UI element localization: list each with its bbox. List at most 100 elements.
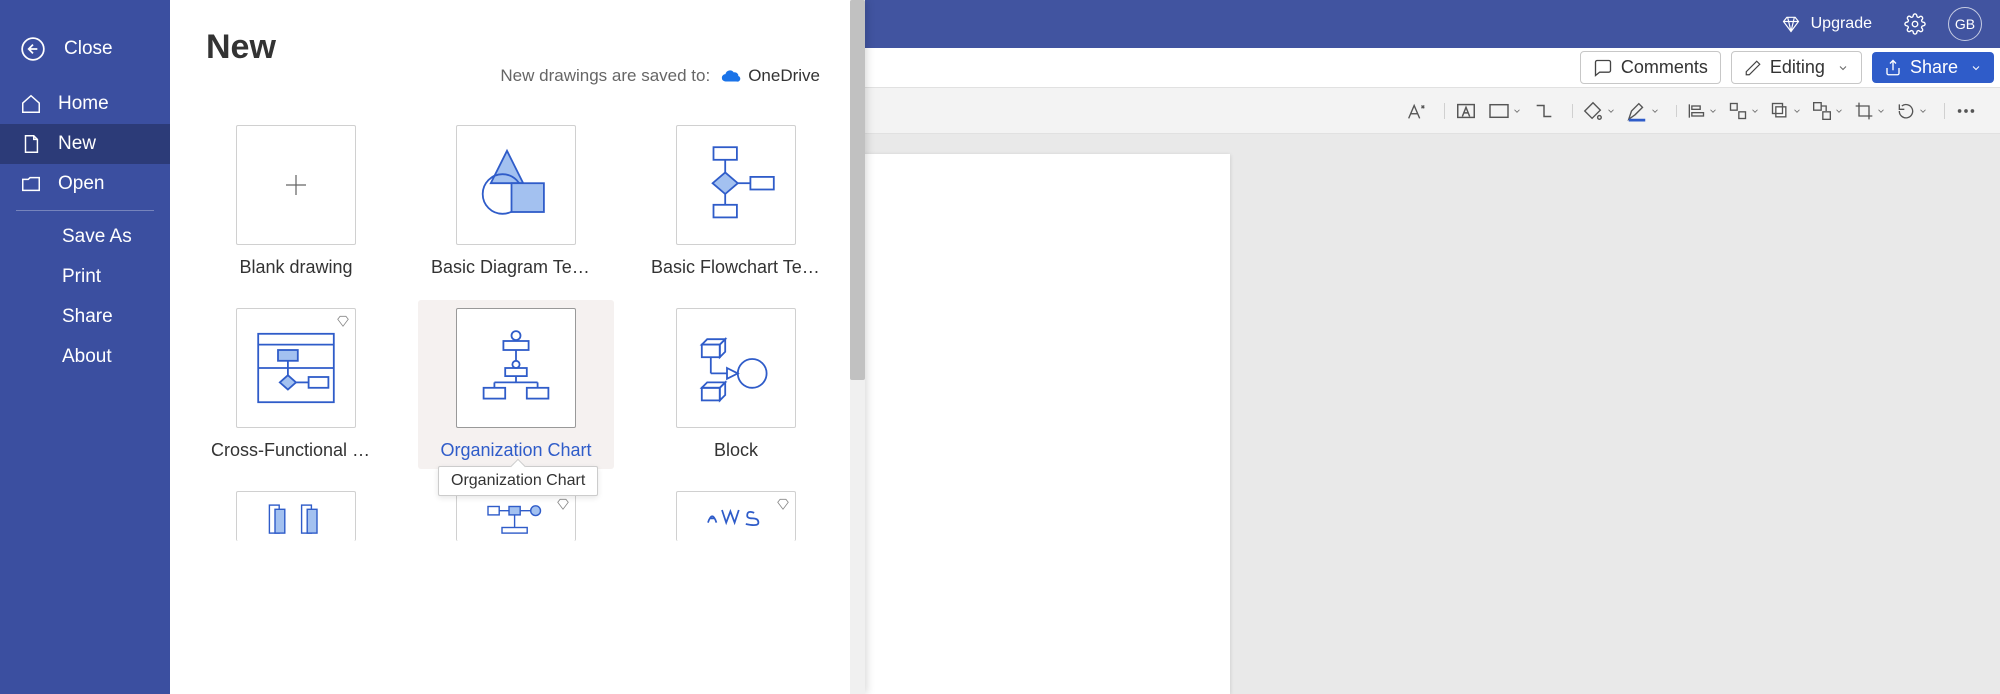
template-organization-chart[interactable]: Organization Chart Organization Chart: [418, 300, 614, 469]
nav-print-label: Print: [62, 266, 101, 287]
template-label: Basic Diagram Temp…: [431, 257, 601, 278]
arrow-left-circle-icon: [20, 36, 46, 62]
premium-badge-icon: [776, 497, 790, 511]
nav-share[interactable]: Share: [0, 297, 170, 337]
swimlane-icon: [251, 323, 341, 413]
nav-about[interactable]: About: [0, 337, 170, 377]
nav-home[interactable]: Home: [0, 84, 170, 124]
rotate-dropdown[interactable]: [1894, 99, 1930, 123]
close-label: Close: [64, 38, 113, 60]
folder-open-icon: [20, 173, 42, 195]
nav-home-label: Home: [58, 93, 109, 115]
template-tooltip: Organization Chart: [438, 466, 598, 496]
chevron-down-icon: [1650, 106, 1660, 116]
template-partial-3[interactable]: [646, 491, 826, 541]
template-label: Organization Chart: [440, 440, 591, 461]
upgrade-label: Upgrade: [1811, 15, 1872, 33]
size-dropdown[interactable]: [1852, 99, 1888, 123]
settings-button[interactable]: [1904, 13, 1926, 35]
template-label: Blank drawing: [239, 257, 352, 278]
flowchart-icon: [691, 140, 781, 230]
back-button[interactable]: Close: [0, 24, 170, 74]
nav-about-label: About: [62, 346, 112, 367]
nav-new-label: New: [58, 133, 96, 155]
group-dropdown[interactable]: [1810, 99, 1846, 123]
chevron-down-icon: [1708, 106, 1718, 116]
chevron-down-icon: [1970, 62, 1982, 74]
template-grid: Blank drawing Basic Diagram Temp… Basic …: [206, 125, 829, 541]
editing-mode-button[interactable]: Editing: [1731, 51, 1862, 84]
save-location-link[interactable]: OneDrive: [720, 66, 820, 86]
bring-front-dropdown[interactable]: [1768, 99, 1804, 123]
crop-icon: [1854, 101, 1874, 121]
scrollbar-thumb[interactable]: [850, 0, 865, 380]
network-icon: [481, 497, 551, 537]
connector-icon: [1533, 100, 1555, 122]
align-icon: [1686, 101, 1706, 121]
share-button[interactable]: Share: [1872, 52, 1994, 83]
chevron-down-icon: [1750, 106, 1760, 116]
bucket-icon: [1582, 100, 1604, 122]
nav-open-label: Open: [58, 173, 104, 195]
user-avatar[interactable]: GB: [1948, 7, 1982, 41]
nav-new[interactable]: New: [0, 124, 170, 164]
layers-front-icon: [1770, 101, 1790, 121]
chevron-down-icon: [1918, 106, 1928, 116]
template-label: Cross-Functional Flo…: [211, 440, 381, 461]
nav-open[interactable]: Open: [0, 164, 170, 204]
chevron-down-icon: [1834, 106, 1844, 116]
diamond-icon: [1781, 14, 1801, 34]
more-button[interactable]: [1952, 97, 1980, 125]
template-basic-diagram[interactable]: Basic Diagram Temp…: [426, 125, 606, 278]
align-dropdown[interactable]: [1684, 99, 1720, 123]
document-icon: [20, 133, 42, 155]
chevron-down-icon: [1837, 62, 1849, 74]
premium-badge-icon: [556, 497, 570, 511]
position-icon: [1728, 101, 1748, 121]
bars-icon: [261, 497, 331, 537]
connector-button[interactable]: [1530, 97, 1558, 125]
nav-share-label: Share: [62, 306, 113, 327]
chevron-down-icon: [1606, 106, 1616, 116]
nav-print[interactable]: Print: [0, 257, 170, 297]
nav-divider: [16, 210, 154, 211]
position-dropdown[interactable]: [1726, 99, 1762, 123]
chevron-down-icon: [1792, 106, 1802, 116]
pen-icon: [1626, 100, 1648, 122]
group-icon: [1812, 101, 1832, 121]
fill-color-dropdown[interactable]: [1580, 98, 1618, 124]
share-label: Share: [1910, 57, 1958, 78]
template-partial-1[interactable]: [206, 491, 386, 541]
cloud-icon: [720, 68, 742, 84]
text-box-button[interactable]: [1452, 97, 1480, 125]
template-cross-functional[interactable]: Cross-Functional Flo…: [206, 308, 386, 461]
panel-title: New: [206, 28, 829, 67]
premium-badge-icon: [336, 314, 350, 328]
font-size-icon: [1405, 100, 1427, 122]
comments-button[interactable]: Comments: [1580, 51, 1721, 84]
org-chart-icon: [471, 323, 561, 413]
home-icon: [20, 93, 42, 115]
nav-save-as-label: Save As: [62, 226, 132, 247]
nav-save-as[interactable]: Save As: [0, 217, 170, 257]
ellipsis-icon: [1955, 100, 1977, 122]
block-icon: [691, 323, 781, 413]
template-blank-drawing[interactable]: Blank drawing: [206, 125, 386, 278]
rectangle-icon: [1488, 102, 1510, 120]
tooltip-text: Organization Chart: [451, 472, 585, 489]
line-color-dropdown[interactable]: [1624, 98, 1662, 124]
textbox-icon: [1455, 100, 1477, 122]
template-partial-2[interactable]: [426, 491, 606, 541]
rotate-icon: [1896, 101, 1916, 121]
new-panel: New New drawings are saved to: OneDrive …: [170, 0, 865, 694]
font-size-grow-button[interactable]: [1402, 97, 1430, 125]
save-location-prefix: New drawings are saved to:: [500, 66, 710, 86]
template-block[interactable]: Block: [646, 308, 826, 461]
share-icon: [1884, 59, 1902, 77]
comment-icon: [1593, 58, 1613, 78]
upgrade-button[interactable]: Upgrade: [1781, 14, 1872, 34]
shape-outline-dropdown[interactable]: [1486, 100, 1524, 122]
template-label: Block: [714, 440, 758, 461]
template-basic-flowchart[interactable]: Basic Flowchart Tem…: [646, 125, 826, 278]
chevron-down-icon: [1876, 106, 1886, 116]
